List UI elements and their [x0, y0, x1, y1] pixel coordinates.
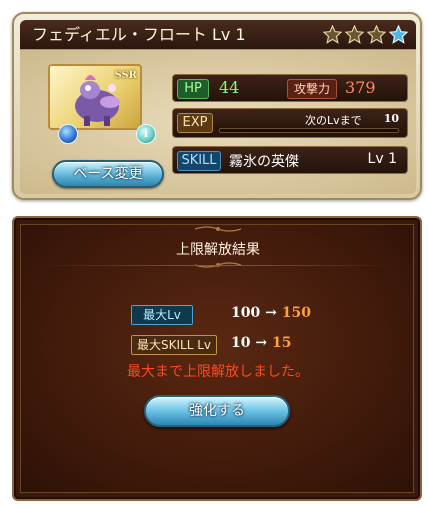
- exp-row: EXP 次のLvまで 10: [172, 108, 408, 138]
- exp-progress-bar: [219, 128, 399, 133]
- skill-row[interactable]: SKILL 霧氷の英傑 Lv 1: [172, 146, 408, 174]
- uncap-star-icon: [345, 25, 364, 44]
- max-skill-lv-values: 10 → 15: [231, 335, 291, 351]
- hp-label: HP: [177, 79, 209, 99]
- skill-name: 霧氷の英傑: [229, 154, 299, 170]
- card-body: SSR i ベース変更 HP 44 攻撃力 379 EXP 次のLvまで 10 …: [20, 50, 416, 194]
- max-lv-new: 150: [281, 305, 311, 321]
- water-element-icon: [58, 124, 78, 144]
- stats-row: HP 44 攻撃力 379: [172, 74, 408, 102]
- uncap-star-icon: [367, 25, 386, 44]
- card-title-bar: フェディエル・フロート Lv 1: [20, 20, 416, 50]
- max-uncap-note: 最大まで上限解放しました。: [127, 364, 309, 380]
- summon-name-level: フェディエル・フロート Lv 1: [32, 25, 246, 44]
- max-lv-label: 最大Lv: [131, 305, 193, 325]
- uncap-result-panel: 上限解放結果 最大Lv 100 → 150 最大SKILL Lv 10 → 15…: [12, 216, 422, 501]
- panel-title: 上限解放結果: [176, 242, 260, 258]
- ssr-badge: SSR: [114, 70, 137, 81]
- info-icon[interactable]: i: [136, 124, 156, 144]
- skill-label: SKILL: [177, 151, 221, 171]
- base-change-button[interactable]: ベース変更: [52, 160, 164, 188]
- max-skill-lv-label: 最大SKILL Lv: [131, 335, 217, 355]
- attack-value: 379: [345, 78, 376, 97]
- attack-label: 攻撃力: [287, 79, 337, 99]
- ornament-icon: [195, 226, 241, 232]
- title-divider: [43, 265, 393, 266]
- arrow-icon: →: [265, 305, 277, 321]
- exp-next-label: 次のLvまで: [305, 114, 362, 127]
- uncap-star-icon: [323, 25, 342, 44]
- transcendence-star-icon: [389, 25, 408, 44]
- exp-label: EXP: [177, 113, 213, 133]
- skill-level: Lv 1: [367, 151, 397, 167]
- max-skill-lv-new: 15: [271, 335, 292, 351]
- arrow-icon: →: [255, 335, 268, 351]
- uncap-stars: [323, 25, 408, 44]
- exp-next-value: 10: [383, 112, 399, 125]
- summon-portrait[interactable]: SSR: [48, 64, 142, 130]
- hp-value: 44: [219, 78, 240, 97]
- uncap-result-body: 上限解放結果 最大Lv 100 → 150 最大SKILL Lv 10 → 15…: [20, 224, 414, 493]
- strengthen-button[interactable]: 強化する: [144, 395, 290, 427]
- max-skill-lv-old: 10: [231, 335, 251, 351]
- max-lv-old: 100: [231, 305, 261, 321]
- summon-card: フェディエル・フロート Lv 1 SSR i ベース変更 HP 44 攻撃力 3…: [12, 12, 422, 200]
- max-lv-values: 100 → 150: [231, 305, 311, 321]
